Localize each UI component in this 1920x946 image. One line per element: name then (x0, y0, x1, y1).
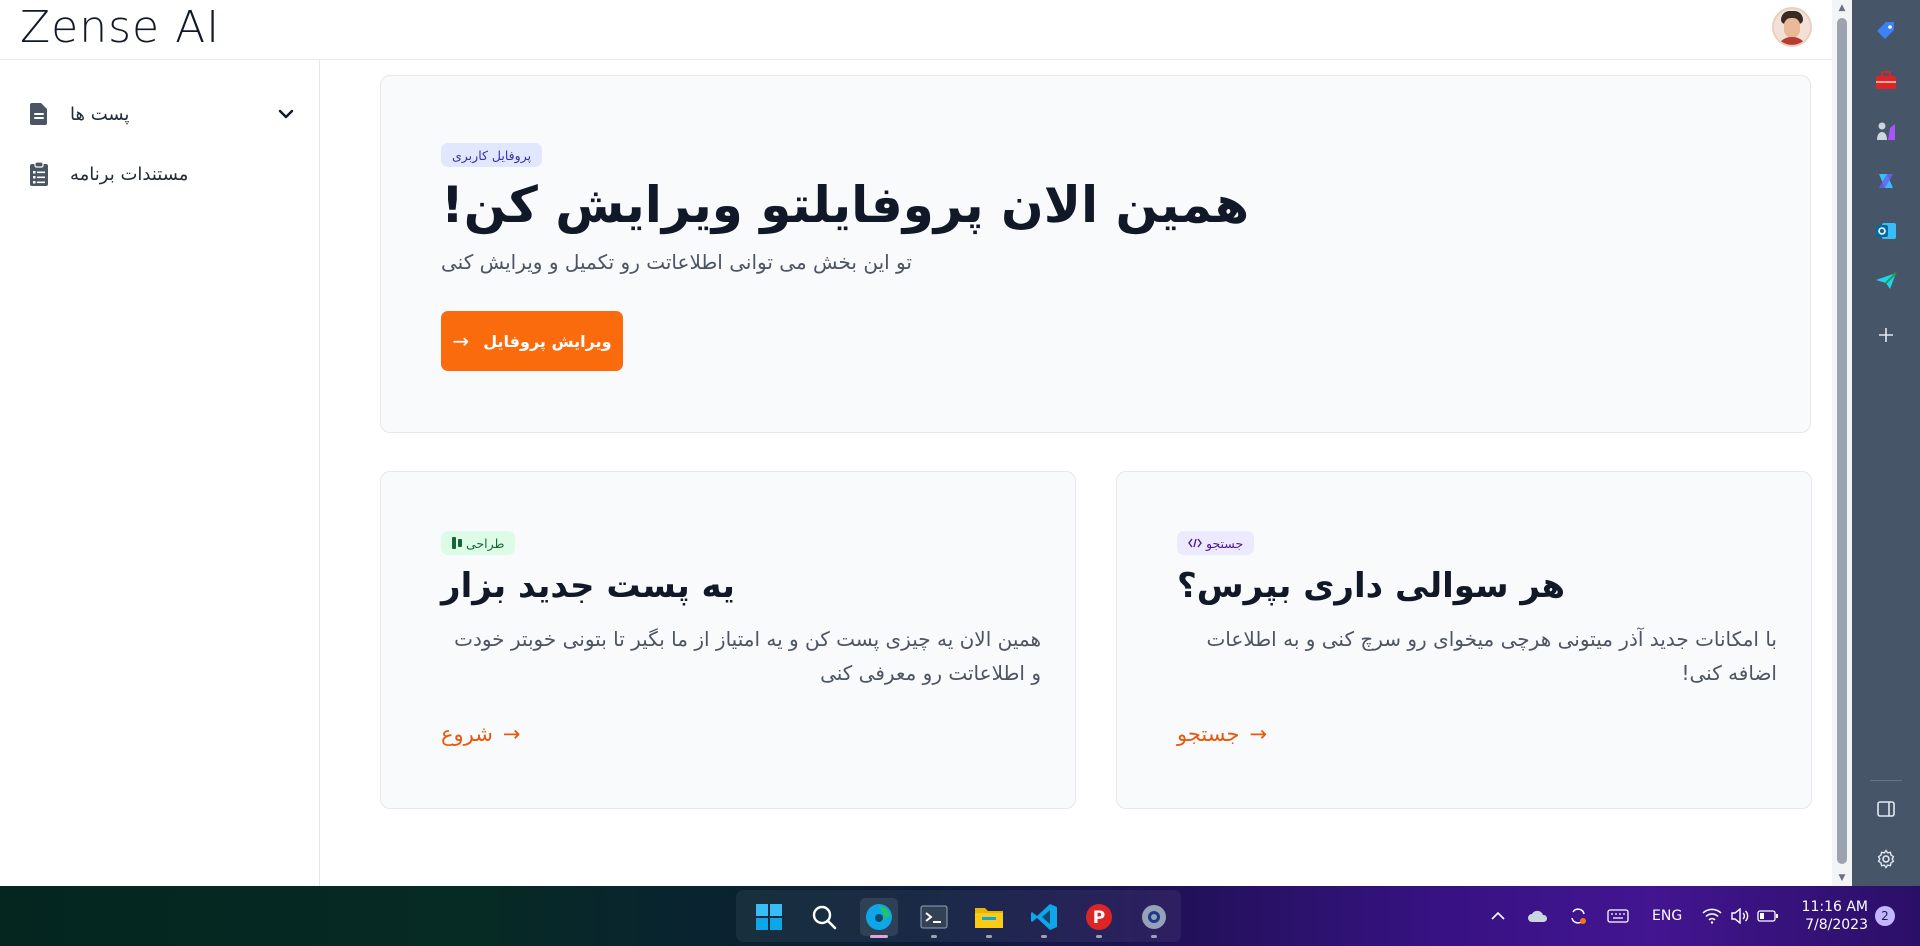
hero-badge: پروفایل کاربری (441, 143, 543, 167)
psiphon-icon[interactable]: P (1080, 898, 1118, 938)
edit-profile-label: ویرایش پروفایل (483, 331, 612, 351)
page-scrollbar[interactable]: ▲ ▼ (1832, 0, 1852, 886)
logo[interactable]: Zense AI (20, 1, 221, 53)
new-post-card: طراحی یه پست جدید بزار همین الان یه چیزی… (380, 471, 1076, 809)
top-bar: Zense AI (0, 0, 1832, 60)
sidebar-item-label: مستندات برنامه (70, 163, 189, 185)
search-card-title: هر سوالی داری بپرس؟ (1177, 566, 1566, 606)
vscode-icon[interactable] (1025, 898, 1063, 938)
avatar[interactable] (1772, 7, 1812, 47)
document-icon (24, 99, 54, 129)
figma-icon (452, 537, 462, 549)
volume-icon[interactable] (1728, 904, 1752, 928)
settings-icon[interactable] (1871, 844, 1901, 874)
clock-date: 7/8/2023 (1805, 917, 1868, 933)
system-tray-status (1700, 886, 1780, 946)
sidebar: پست ها مستندات برنامه (0, 60, 320, 886)
system-tray (1486, 886, 1630, 946)
tag-icon[interactable] (1871, 16, 1901, 46)
wifi-icon[interactable] (1700, 904, 1724, 928)
scroll-up-icon[interactable]: ▲ (1832, 0, 1852, 16)
outlook-icon[interactable] (1871, 216, 1901, 246)
design-badge-label: طراحی (466, 535, 505, 551)
windows-start-icon[interactable] (750, 898, 788, 936)
arrow-right-icon: → (502, 722, 521, 746)
keyboard-icon[interactable] (1606, 904, 1630, 928)
toolbox-icon[interactable] (1871, 66, 1901, 96)
language-indicator[interactable]: ENG (1652, 886, 1682, 946)
terminal-icon[interactable] (915, 898, 953, 938)
search-badge: جستجو (1177, 531, 1255, 555)
scroll-down-icon[interactable]: ▼ (1832, 870, 1852, 886)
start-link-label: شروع (441, 722, 493, 746)
send-icon[interactable] (1871, 266, 1901, 296)
file-explorer-icon[interactable] (970, 898, 1008, 938)
profile-hero-card: پروفایل کاربری همین الان پروفایلتو ویرای… (380, 75, 1811, 433)
taskbar-apps: P (736, 890, 1181, 942)
sidebar-item-docs[interactable]: مستندات برنامه (24, 152, 296, 196)
hero-title: همین الان پروفایلتو ویرایش کن! (441, 176, 1250, 234)
chess-icon[interactable] (1871, 116, 1901, 146)
edge-divider (1870, 780, 1902, 781)
main-content: پروفایل کاربری همین الان پروفایلتو ویرای… (320, 60, 1832, 886)
copilot-icon[interactable] (1871, 166, 1901, 196)
cloud-icon[interactable] (1526, 904, 1550, 928)
settings-app-icon[interactable] (1135, 898, 1173, 938)
new-post-description: همین الان یه چیزی پست کن و یه امتیاز از … (454, 627, 1041, 685)
scrollbar-thumb[interactable] (1837, 18, 1847, 864)
battery-icon[interactable] (1756, 904, 1780, 928)
clipboard-list-icon (24, 159, 54, 189)
search-card: جستجو هر سوالی داری بپرس؟ با امکانات جدی… (1116, 471, 1812, 809)
chevron-up-icon[interactable] (1486, 904, 1510, 928)
sidebar-toggle-icon[interactable] (1871, 794, 1901, 824)
windows-taskbar: P ENG 11:16 AM 7/8/2023 2 (0, 886, 1920, 946)
clock-time: 11:16 AM (1801, 899, 1868, 915)
clock[interactable]: 11:16 AM 7/8/2023 (1788, 898, 1868, 934)
start-link[interactable]: شروع → (441, 722, 520, 746)
new-post-title: یه پست جدید بزار (441, 566, 735, 606)
app-window: Zense AI پست ها مستندات برنامه پروفایل ک… (0, 0, 1832, 886)
logo-text: Zense AI (20, 1, 221, 53)
arrow-right-icon: → (452, 329, 470, 353)
sidebar-item-posts[interactable]: پست ها (24, 92, 296, 136)
search-icon[interactable] (805, 898, 843, 936)
design-badge: طراحی (441, 531, 516, 555)
search-badge-label: جستجو (1206, 535, 1244, 551)
search-card-description: با امکانات جدید آذر میتونی هرچی میخوای ر… (1206, 627, 1777, 685)
notification-badge[interactable]: 2 (1875, 906, 1895, 926)
arrow-right-icon: → (1249, 722, 1268, 746)
search-link[interactable]: جستجو → (1177, 722, 1267, 746)
plus-icon[interactable] (1871, 320, 1901, 350)
sidebar-item-label: پست ها (70, 103, 130, 125)
sync-icon[interactable] (1566, 904, 1590, 928)
hero-subtitle: تو این بخش می توانی اطلاعاتت رو تکمیل و … (441, 250, 912, 274)
edge-sidebar (1852, 0, 1920, 886)
svg-text:P: P (1093, 908, 1105, 928)
code-icon (1188, 538, 1202, 548)
edit-profile-button[interactable]: → ویرایش پروفایل (441, 311, 623, 371)
search-link-label: جستجو (1177, 722, 1240, 746)
edge-icon[interactable] (860, 898, 898, 938)
chevron-down-icon[interactable] (276, 104, 296, 124)
